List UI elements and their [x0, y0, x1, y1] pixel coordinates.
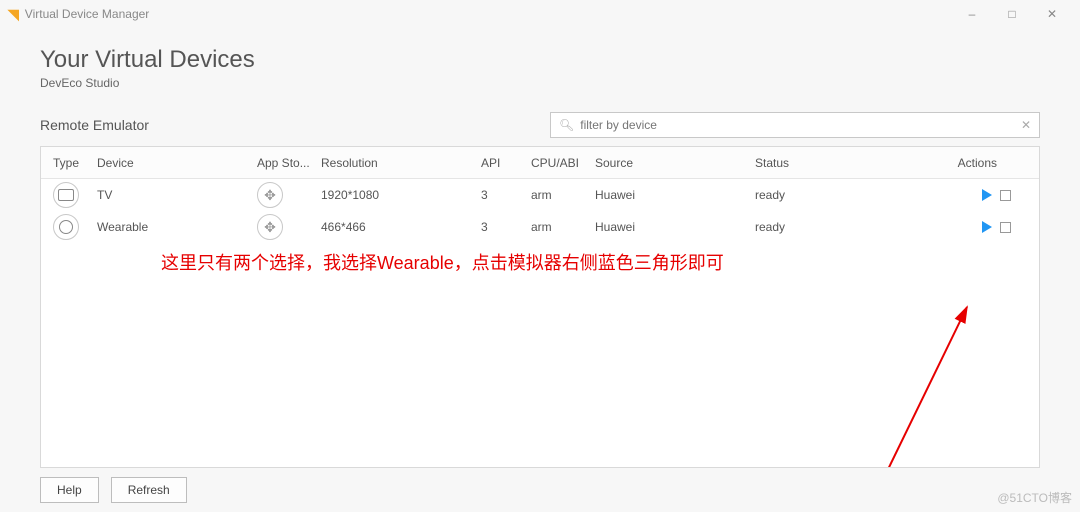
- table-row[interactable]: Wearable ✥ 466*466 3 arm Huawei ready: [41, 211, 1039, 243]
- cell-source: Huawei: [595, 220, 755, 234]
- cell-resolution: 466*466: [321, 220, 481, 234]
- window: ◥ Virtual Device Manager – □ ✕ Your Virt…: [0, 0, 1080, 512]
- device-table: Type Device App Sto... Resolution API CP…: [40, 146, 1040, 468]
- appstore-icon: ✥: [257, 182, 283, 208]
- cell-source: Huawei: [595, 188, 755, 202]
- annotation-text: 这里只有两个选择，我选择Wearable，点击模拟器右侧蓝色三角形即可: [161, 249, 724, 275]
- appstore-icon: ✥: [257, 214, 283, 240]
- th-cpu: CPU/ABI: [531, 156, 595, 170]
- table-header: Type Device App Sto... Resolution API CP…: [41, 147, 1039, 179]
- titlebar: ◥ Virtual Device Manager – □ ✕: [0, 0, 1080, 28]
- cell-cpu: arm: [531, 220, 595, 234]
- refresh-button[interactable]: Refresh: [111, 477, 187, 503]
- th-status: Status: [755, 156, 919, 170]
- stop-button[interactable]: [1000, 190, 1011, 201]
- cell-api: 3: [481, 188, 531, 202]
- window-title: Virtual Device Manager: [25, 7, 150, 21]
- cell-api: 3: [481, 220, 531, 234]
- section-row: Remote Emulator 🔍︎ ✕: [40, 112, 1040, 138]
- tv-icon: [53, 182, 79, 208]
- stop-button[interactable]: [1000, 222, 1011, 233]
- watch-icon: [53, 214, 79, 240]
- section-title: Remote Emulator: [40, 117, 149, 133]
- help-button[interactable]: Help: [40, 477, 99, 503]
- content-area: Your Virtual Devices DevEco Studio Remot…: [0, 28, 1080, 468]
- clear-search-icon[interactable]: ✕: [1021, 118, 1031, 132]
- th-actions: Actions: [919, 156, 1039, 170]
- minimize-button[interactable]: –: [952, 0, 992, 28]
- search-box[interactable]: 🔍︎ ✕: [550, 112, 1040, 138]
- search-input[interactable]: [580, 118, 1021, 132]
- cell-device: TV: [97, 188, 257, 202]
- app-logo-icon: ◥: [8, 6, 19, 23]
- cell-status: ready: [755, 220, 919, 234]
- th-type: Type: [41, 156, 97, 170]
- cell-device: Wearable: [97, 220, 257, 234]
- play-button[interactable]: [982, 221, 992, 233]
- page-title: Your Virtual Devices: [40, 46, 1040, 74]
- th-appstore: App Sto...: [257, 156, 321, 170]
- th-source: Source: [595, 156, 755, 170]
- play-button[interactable]: [982, 189, 992, 201]
- cell-cpu: arm: [531, 188, 595, 202]
- annotation-arrow-icon: [799, 299, 999, 468]
- search-icon: 🔍︎: [559, 118, 574, 132]
- table-body: TV ✥ 1920*1080 3 arm Huawei ready Wearab…: [41, 179, 1039, 467]
- page-subtitle: DevEco Studio: [40, 76, 1040, 90]
- th-resolution: Resolution: [321, 156, 481, 170]
- close-button[interactable]: ✕: [1032, 0, 1072, 28]
- th-device: Device: [97, 156, 257, 170]
- cell-status: ready: [755, 188, 919, 202]
- th-api: API: [481, 156, 531, 170]
- footer: Help Refresh: [0, 468, 1080, 512]
- maximize-button[interactable]: □: [992, 0, 1032, 28]
- cell-resolution: 1920*1080: [321, 188, 481, 202]
- table-row[interactable]: TV ✥ 1920*1080 3 arm Huawei ready: [41, 179, 1039, 211]
- watermark: @51CTO博客: [997, 489, 1072, 506]
